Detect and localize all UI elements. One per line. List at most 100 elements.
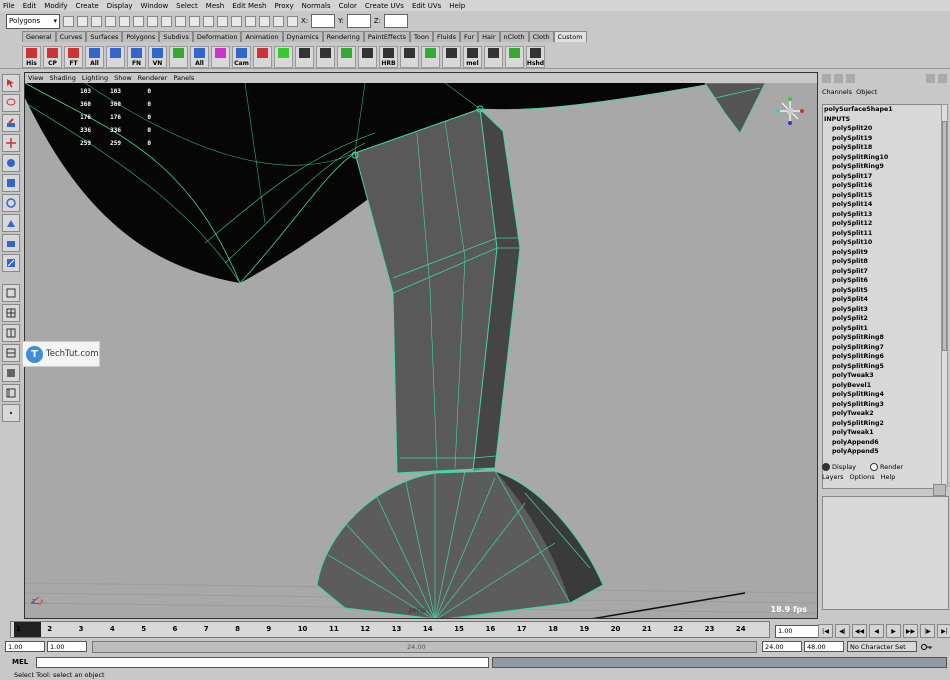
menu-edit-mesh[interactable]: Edit Mesh — [232, 2, 266, 10]
history-node[interactable]: polySplitRing2 — [823, 419, 941, 429]
layout-hypershade-button[interactable] — [2, 364, 20, 382]
snap-grid-icon[interactable] — [161, 15, 172, 27]
shelf-tab-rendering[interactable]: Rendering — [322, 31, 364, 42]
go-start-button[interactable]: |◀ — [818, 624, 833, 638]
mel-label[interactable]: MEL — [12, 658, 28, 666]
layer-list[interactable] — [822, 496, 949, 610]
time-slider-track[interactable]: 1 2 3 4 5 6 7 8 9 10 11 12 13 14 15 16 17 18 19 20 21 22 23 24 — [10, 621, 770, 638]
shelf-tab-fur[interactable]: Fur — [459, 31, 479, 42]
history-node[interactable]: polySplit6 — [823, 276, 941, 286]
history-node[interactable]: polySplit2 — [823, 314, 941, 324]
menu-select[interactable]: Select — [176, 2, 198, 10]
view-axis-indicator[interactable] — [776, 97, 804, 125]
input-line-icon[interactable] — [287, 15, 298, 27]
select-component-icon[interactable] — [133, 15, 144, 27]
history-node[interactable]: polySplitRing3 — [823, 400, 941, 410]
shelf-tab-cloth[interactable]: Cloth — [528, 31, 554, 42]
snap-plane-icon[interactable] — [203, 15, 214, 27]
menu-create-uvs[interactable]: Create UVs — [365, 2, 404, 10]
history-node[interactable]: polySplit13 — [823, 210, 941, 220]
history-node[interactable]: polyTweak3 — [823, 371, 941, 381]
layout-four-button[interactable] — [2, 304, 20, 322]
x-field[interactable] — [311, 14, 336, 28]
layout-outliner-button[interactable] — [2, 384, 20, 402]
select-tool[interactable] — [2, 74, 20, 92]
history-node[interactable]: polySplit18 — [823, 143, 941, 153]
history-node[interactable]: polySplit15 — [823, 191, 941, 201]
shelf-button-12[interactable] — [274, 46, 293, 68]
viewport-menu-shading[interactable]: Shading — [49, 74, 75, 82]
tool-settings-icon[interactable] — [926, 74, 935, 83]
shelf-button-22[interactable] — [484, 46, 503, 68]
menu-color[interactable]: Color — [339, 2, 357, 10]
history-node[interactable]: polyAppend5 — [823, 447, 941, 457]
shelf-button-21[interactable]: mel — [463, 46, 482, 68]
menu-file[interactable]: File — [3, 2, 15, 10]
menu-mesh[interactable]: Mesh — [206, 2, 224, 10]
hypershade-icon[interactable] — [273, 15, 284, 27]
shelf-button-5[interactable]: FN — [127, 46, 146, 68]
shelf-button-8[interactable]: All — [190, 46, 209, 68]
shelf-tab-surfaces[interactable]: Surfaces — [86, 31, 123, 42]
layer-editor-icon[interactable] — [834, 74, 843, 83]
layer-menu-help[interactable]: Help — [881, 473, 896, 481]
save-scene-icon[interactable] — [91, 15, 102, 27]
history-node[interactable]: polySplit10 — [823, 238, 941, 248]
display-radio[interactable]: Display — [822, 463, 856, 471]
history-node[interactable]: polySplit12 — [823, 219, 941, 229]
new-scene-icon[interactable] — [63, 15, 74, 27]
history-node[interactable]: polySplit8 — [823, 257, 941, 267]
paint-select-tool[interactable] — [2, 114, 20, 132]
viewport-menu-panels[interactable]: Panels — [173, 74, 194, 82]
history-node[interactable]: polySplit9 — [823, 248, 941, 258]
history-node[interactable]: polySplit16 — [823, 181, 941, 191]
shelf-tab-animation[interactable]: Animation — [241, 31, 283, 42]
end-time-field[interactable]: 48.00 — [804, 641, 844, 652]
history-node[interactable]: polyTweak1 — [823, 428, 941, 438]
history-node[interactable]: polySplitRing5 — [823, 362, 941, 372]
attribute-editor-icon[interactable] — [846, 74, 855, 83]
render-settings-icon[interactable] — [259, 15, 270, 27]
shelf-tab-custom[interactable]: Custom — [553, 31, 587, 42]
last-tool[interactable] — [2, 254, 20, 272]
menu-window[interactable]: Window — [141, 2, 169, 10]
key-icon[interactable] — [921, 642, 933, 652]
menu-display[interactable]: Display — [107, 2, 133, 10]
layer-menu-options[interactable]: Options — [850, 473, 875, 481]
history-node[interactable]: polyTweak2 — [823, 409, 941, 419]
shelf-button-19[interactable] — [421, 46, 440, 68]
history-node[interactable]: polySplit17 — [823, 172, 941, 182]
prev-key-button[interactable]: ◀◀ — [852, 624, 867, 638]
shelf-button-4[interactable] — [106, 46, 125, 68]
shelf-tab-general[interactable]: General — [22, 31, 56, 42]
shelf-button-13[interactable] — [295, 46, 314, 68]
range-bar[interactable]: 24.00 — [92, 641, 757, 653]
shelf-button-11[interactable] — [253, 46, 272, 68]
history-node[interactable]: polySplitRing7 — [823, 343, 941, 353]
shelf-button-17[interactable]: HRB — [379, 46, 398, 68]
history-node[interactable]: polySplit19 — [823, 134, 941, 144]
menu-proxy[interactable]: Proxy — [274, 2, 293, 10]
open-scene-icon[interactable] — [77, 15, 88, 27]
layout-menu-button[interactable] — [2, 404, 20, 422]
history-node[interactable]: polySplit20 — [823, 124, 941, 134]
shelf-tab-dynamics[interactable]: Dynamics — [282, 31, 323, 42]
scroll-thumb[interactable] — [942, 121, 947, 351]
history-icon[interactable] — [217, 15, 228, 27]
history-list[interactable]: polySurfaceShape1 INPUTS polySplit20 poly… — [822, 104, 942, 489]
step-back-button[interactable]: ◀| — [835, 624, 850, 638]
show-manip-tool[interactable] — [2, 234, 20, 252]
shelf-button-7[interactable] — [169, 46, 188, 68]
render-radio[interactable]: Render — [869, 463, 903, 471]
shelf-button-0[interactable]: His — [22, 46, 41, 68]
shelf-tab-hair[interactable]: Hair — [478, 31, 500, 42]
history-node[interactable]: polySplit1 — [823, 324, 941, 334]
z-field[interactable] — [384, 14, 409, 28]
collapse-icon[interactable] — [938, 74, 947, 83]
snap-curve-icon[interactable] — [175, 15, 186, 27]
render-icon[interactable] — [231, 15, 242, 27]
history-node[interactable]: polySplit3 — [823, 305, 941, 315]
layout-single-button[interactable] — [2, 284, 20, 302]
shelf-button-16[interactable] — [358, 46, 377, 68]
channel-box-scrollbar[interactable] — [941, 104, 948, 487]
